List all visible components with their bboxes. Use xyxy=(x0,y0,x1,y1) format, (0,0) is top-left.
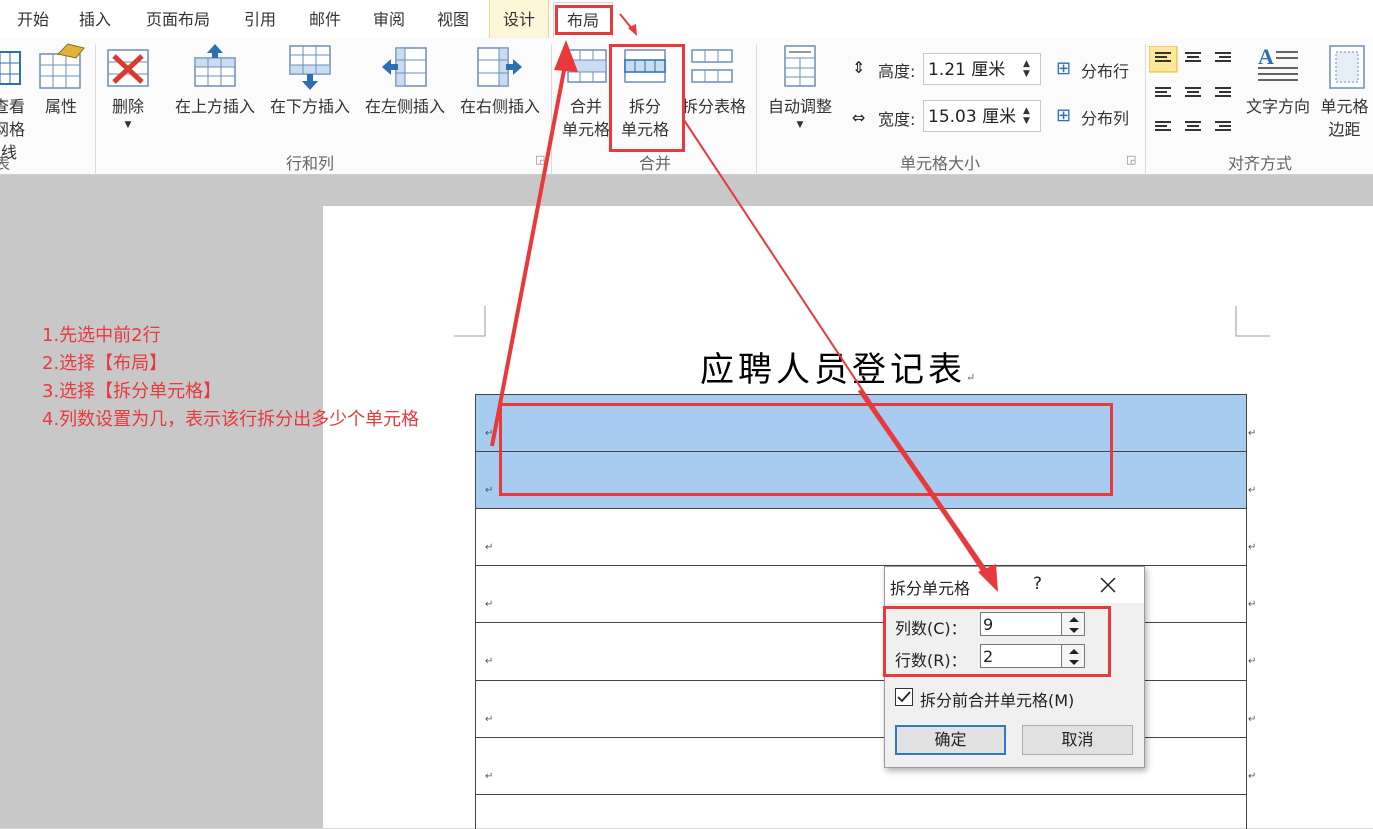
arrow-to-layout-tab xyxy=(490,40,578,447)
arrow-tab-pointer xyxy=(619,13,637,36)
arrow-to-dialog xyxy=(683,119,998,592)
annotation-arrows xyxy=(490,13,998,592)
